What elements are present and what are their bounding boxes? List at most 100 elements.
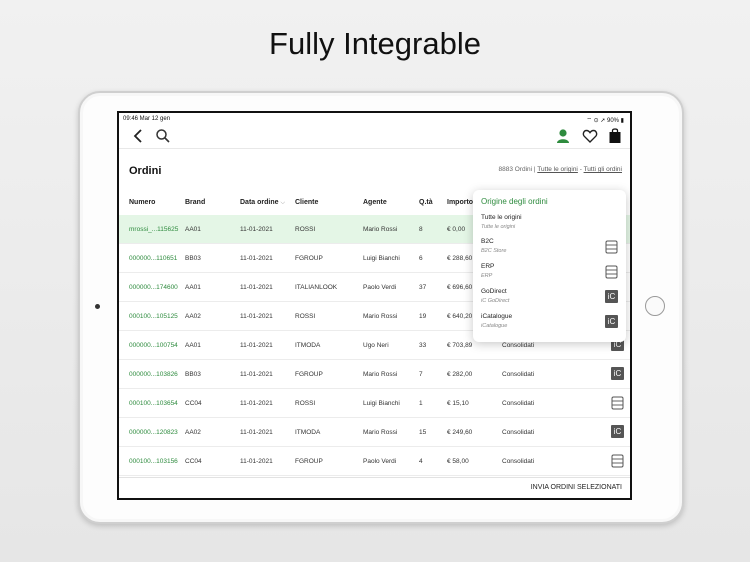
cell-cliente: ITALIANLOOK <box>295 284 338 291</box>
column-cliente[interactable]: Cliente <box>295 199 318 206</box>
cell-cliente: FGROUP <box>295 458 323 465</box>
column-qta[interactable]: Q.tà <box>419 199 433 206</box>
origin-option-sublabel: Tutte le origini <box>481 224 516 230</box>
cell-agente: Mario Rossi <box>363 429 398 436</box>
origin-option-godirect[interactable]: GoDirect iC GoDirect iC <box>473 286 626 310</box>
cell-importo: € 640,20 <box>447 313 473 320</box>
cell-importo: € 696,60 <box>447 284 473 291</box>
table-row[interactable]: 000000...120823 AA02 11-01-2021 ITMODA Mario… <box>119 418 630 447</box>
status-bar: 09:46 Mar 12 gen ⌔ ⊙ ➚ 90% ▮ <box>119 113 630 125</box>
cell-qta: 6 <box>419 255 423 262</box>
cell-agente: Mario Rossi <box>363 226 398 233</box>
heart-icon[interactable] <box>582 128 598 144</box>
ic-badge-text: iC <box>611 367 624 380</box>
cell-importo: € 15,10 <box>447 400 469 407</box>
home-button[interactable] <box>645 296 665 316</box>
back-icon[interactable] <box>131 128 145 144</box>
cell-data: 11-01-2021 <box>240 458 273 465</box>
origin-option-label: ERP <box>481 263 495 270</box>
table-row[interactable]: 000100...103654 CC04 11-01-2021 ROSSI Luigi … <box>119 389 630 418</box>
server-origin-icon <box>611 396 624 410</box>
origin-option-label: Tutte le origini <box>481 214 522 221</box>
cell-cliente: ROSSI <box>295 400 316 407</box>
column-importo[interactable]: Importo <box>447 199 473 206</box>
cell-data: 11-01-2021 <box>240 255 273 262</box>
cell-importo: € 249,60 <box>447 429 473 436</box>
user-icon[interactable] <box>556 128 570 144</box>
cell-numero: 000000...174600 <box>129 284 178 291</box>
origin-option-label: iCatalogue <box>481 313 513 320</box>
column-brand[interactable]: Brand <box>185 199 205 206</box>
origin-option-b2c[interactable]: B2C B2C Store <box>473 236 626 260</box>
navigation-bar <box>119 125 630 149</box>
orders-count: 8883 Ordini <box>498 166 533 173</box>
send-selected-orders-button[interactable]: INVIA ORDINI SELEZIONATI <box>531 484 622 491</box>
ic-origin-icon: iC <box>605 290 618 304</box>
column-numero[interactable]: Numero <box>129 199 155 206</box>
cell-stato: Consolidati <box>502 371 535 378</box>
ic-badge-text: iC <box>605 290 618 303</box>
cell-agente: Paolo Verdi <box>363 284 397 291</box>
cell-data: 11-01-2021 <box>240 371 273 378</box>
status-time: 09:46 Mar 12 gen <box>123 116 171 122</box>
cell-agente: Mario Rossi <box>363 371 398 378</box>
cell-agente: Luigi Bianchi <box>363 400 400 407</box>
server-origin-icon <box>605 240 618 254</box>
cell-qta: 1 <box>419 400 423 407</box>
server-origin-icon <box>611 454 624 468</box>
table-row[interactable]: 000100...103156 CC04 11-01-2021 FGROUP Paolo… <box>119 447 630 476</box>
ic-origin-icon: iC <box>611 425 624 439</box>
origin-option-sublabel: iCatalogue <box>481 323 508 329</box>
origin-option-icatalogue[interactable]: iCatalogue iCatalogue iC <box>473 311 626 335</box>
cell-numero: 000000...100754 <box>129 342 178 349</box>
ic-origin-icon: iC <box>611 367 624 381</box>
origin-option-label: GoDirect <box>481 288 507 295</box>
cell-cliente: ITMODA <box>295 429 321 436</box>
server-origin-icon <box>605 265 618 279</box>
cell-qta: 33 <box>419 342 427 349</box>
search-icon[interactable] <box>155 128 171 144</box>
cell-numero: 000000...120823 <box>129 429 178 436</box>
cell-cliente: FGROUP <box>295 255 323 262</box>
table-row[interactable]: 000000...103826 BB03 11-01-2021 FGROUP Mario… <box>119 360 630 389</box>
cell-numero: mrossi_...115625 <box>129 226 179 233</box>
origin-filter-link[interactable]: Tutte le origini <box>537 166 578 173</box>
column-data-ordine[interactable]: Data ordine ⌵ <box>240 199 285 207</box>
cell-qta: 15 <box>419 429 427 436</box>
cell-data: 11-01-2021 <box>240 313 273 320</box>
headline: Fully Integrable <box>269 26 481 61</box>
cell-agente: Mario Rossi <box>363 313 398 320</box>
cell-brand: BB03 <box>185 371 201 378</box>
origin-option-sublabel: B2C Store <box>481 248 507 254</box>
popover-title: Origine degli ordini <box>481 197 548 206</box>
shopping-bag-icon[interactable] <box>608 127 622 144</box>
page-title: Ordini <box>129 165 162 177</box>
cell-numero: 000100...105125 <box>129 313 178 320</box>
cell-qta: 8 <box>419 226 423 233</box>
column-data-ordine-label: Data ordine <box>240 199 279 206</box>
orders-filter-link[interactable]: Tutti gli ordini <box>584 166 622 173</box>
sort-chevron-icon: ⌵ <box>280 200 286 206</box>
origin-option-label: B2C <box>481 238 494 245</box>
cell-agente: Ugo Neri <box>363 342 389 349</box>
cell-stato: Consolidati <box>502 342 535 349</box>
ic-origin-icon: iC <box>605 315 618 329</box>
cell-data: 11-01-2021 <box>240 429 273 436</box>
cell-data: 11-01-2021 <box>240 400 273 407</box>
cell-agente: Paolo Verdi <box>363 458 397 465</box>
origin-option-erp[interactable]: ERP ERP <box>473 261 626 285</box>
cell-stato: Consolidati <box>502 429 535 436</box>
origin-popover: Origine degli ordini Tutte le origini Tut… <box>473 190 626 342</box>
cell-qta: 4 <box>419 458 423 465</box>
cell-brand: AA01 <box>185 284 201 291</box>
column-agente[interactable]: Agente <box>363 199 387 206</box>
origin-option-tutte-le-origini[interactable]: Tutte le origini Tutte le origini <box>473 212 626 236</box>
cell-stato: Consolidati <box>502 400 535 407</box>
cell-numero: 000100...103654 <box>129 400 178 407</box>
cell-importo: € 703,89 <box>447 342 473 349</box>
cell-numero: 000100...103156 <box>129 458 178 465</box>
cell-importo: € 58,00 <box>447 458 469 465</box>
cell-cliente: ROSSI <box>295 313 316 320</box>
cell-data: 11-01-2021 <box>240 284 273 291</box>
cell-data: 11-01-2021 <box>240 342 273 349</box>
